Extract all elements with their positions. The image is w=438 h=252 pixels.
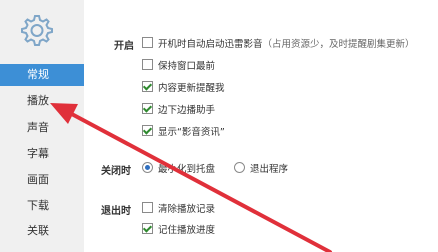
annotation-arrow-icon: [50, 103, 332, 252]
